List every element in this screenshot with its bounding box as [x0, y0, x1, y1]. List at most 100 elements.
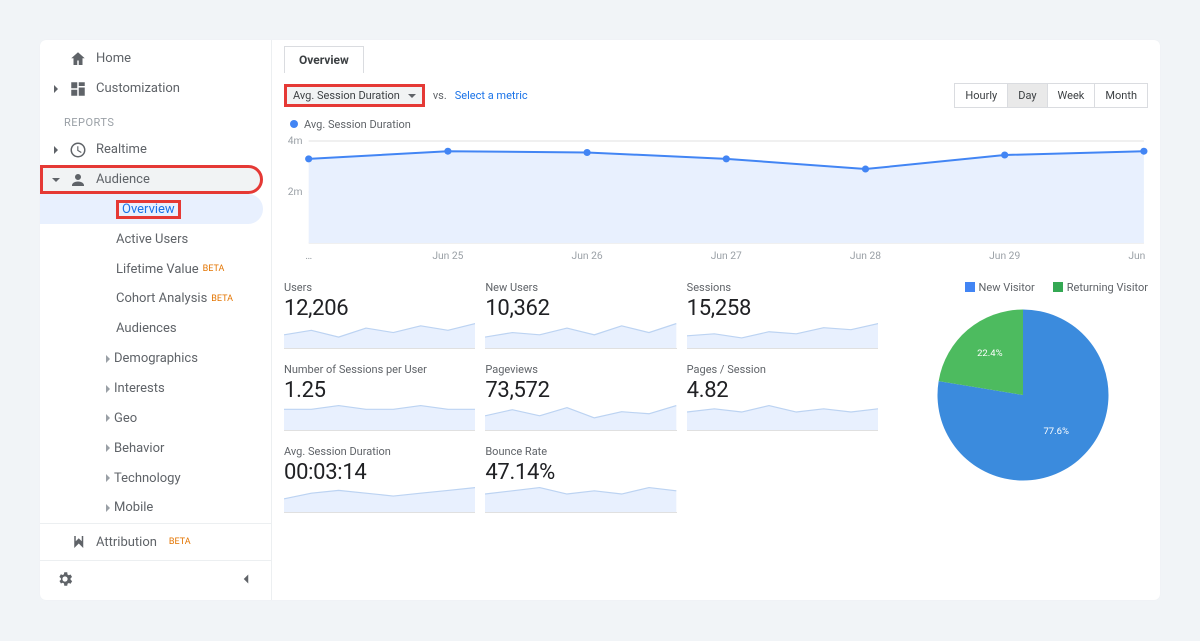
- sparkline: [284, 323, 475, 349]
- caret-down-icon: [52, 176, 60, 184]
- gear-icon: [56, 570, 74, 588]
- nav-attribution[interactable]: AttributionBETA: [40, 524, 271, 560]
- metric-label: New Users: [485, 281, 676, 294]
- dashboard-icon: [68, 80, 88, 98]
- nav-overview[interactable]: Overview: [40, 194, 263, 224]
- nav-overview-label: Overview: [116, 200, 181, 219]
- nav-demographics[interactable]: Demographics: [40, 344, 271, 374]
- sidebar-bottom: AttributionBETA: [40, 523, 271, 600]
- sparkline: [485, 323, 676, 349]
- metric-value: 73,572: [485, 378, 676, 403]
- metric-sessions[interactable]: Sessions 15,258: [687, 281, 878, 353]
- legend-dot-icon: [290, 120, 298, 128]
- nav-audiences[interactable]: Audiences: [40, 314, 271, 344]
- nav-attribution-label: Attribution: [96, 535, 157, 550]
- pie-legend: New Visitor Returning Visitor: [898, 281, 1148, 294]
- reports-header: REPORTS: [40, 104, 271, 135]
- pie-chart-svg: 77.6% 22.4%: [928, 300, 1118, 490]
- nav-geo[interactable]: Geo: [40, 403, 271, 433]
- nav-audience[interactable]: Audience: [40, 165, 263, 195]
- app-frame: Home Customization REPORTS Realtime Audi…: [40, 40, 1160, 600]
- home-icon: [68, 50, 88, 68]
- chevron-left-icon: [237, 570, 255, 588]
- nav-cohort[interactable]: Cohort AnalysisBETA: [40, 284, 271, 314]
- sparkline: [687, 323, 878, 349]
- legend-returning: Returning Visitor: [1053, 281, 1148, 294]
- metric-label: Bounce Rate: [485, 445, 676, 458]
- nav-lifetime-value[interactable]: Lifetime ValueBETA: [40, 254, 271, 284]
- tab-bar: Overview: [272, 40, 1160, 73]
- metric-avg-session-duration[interactable]: Avg. Session Duration 00:03:14: [284, 445, 475, 517]
- nav-customization-label: Customization: [96, 81, 180, 96]
- range-week[interactable]: Week: [1048, 83, 1096, 108]
- sparkline: [485, 405, 676, 431]
- legend-new: New Visitor: [965, 281, 1035, 294]
- range-month[interactable]: Month: [1095, 83, 1148, 108]
- nav-mobile[interactable]: Mobile: [40, 493, 271, 523]
- caret-right-icon: [52, 146, 60, 154]
- sidebar: Home Customization REPORTS Realtime Audi…: [40, 40, 272, 600]
- svg-text:Jun 26: Jun 26: [572, 251, 603, 262]
- svg-text:Jun 28: Jun 28: [850, 251, 881, 262]
- svg-text:77.6%: 77.6%: [1043, 426, 1069, 437]
- range-day[interactable]: Day: [1008, 83, 1047, 108]
- settings-button[interactable]: [56, 570, 74, 592]
- metric-label: Pages / Session: [687, 363, 878, 376]
- nav-home-label: Home: [96, 51, 131, 66]
- nav-realtime-label: Realtime: [96, 142, 147, 157]
- sparkline: [284, 405, 475, 431]
- select-metric-link[interactable]: Select a metric: [455, 89, 528, 102]
- pie-panel: New Visitor Returning Visitor 77.6% 22.4%: [898, 281, 1148, 517]
- nav-realtime[interactable]: Realtime: [40, 135, 271, 165]
- nav-active-users[interactable]: Active Users: [40, 224, 271, 254]
- sparkline: [284, 487, 475, 513]
- line-chart: Avg. Session Duration 2m4m…Jun 25Jun 26J…: [272, 118, 1160, 269]
- metric-value: 47.14%: [485, 460, 676, 485]
- metric-value: 1.25: [284, 378, 475, 403]
- metric-value: 4.82: [687, 378, 878, 403]
- nav-technology[interactable]: Technology: [40, 463, 271, 493]
- range-hourly[interactable]: Hourly: [954, 83, 1008, 108]
- caret-right-icon: [52, 85, 60, 93]
- svg-text:Jun 27: Jun 27: [711, 251, 742, 262]
- sparkline: [687, 405, 878, 431]
- nav-customization[interactable]: Customization: [40, 74, 271, 104]
- line-chart-svg: 2m4m…Jun 25Jun 26Jun 27Jun 28Jun 29Jun 3…: [284, 135, 1148, 265]
- svg-text:…: …: [305, 251, 312, 262]
- metric-label: Avg. Session Duration: [284, 445, 475, 458]
- metric-value: 12,206: [284, 296, 475, 321]
- svg-text:Jun 25: Jun 25: [432, 251, 463, 262]
- svg-text:Jun 29: Jun 29: [989, 251, 1020, 262]
- tab-overview[interactable]: Overview: [284, 46, 364, 73]
- time-range-group: Hourly Day Week Month: [954, 83, 1148, 108]
- nav-interests[interactable]: Interests: [40, 374, 271, 404]
- metric-pageviews[interactable]: Pageviews 73,572: [485, 363, 676, 435]
- clock-icon: [68, 141, 88, 159]
- nav-audience-label: Audience: [96, 172, 150, 187]
- metric-number-of-sessions-per-user[interactable]: Number of Sessions per User 1.25: [284, 363, 475, 435]
- metric-new-users[interactable]: New Users 10,362: [485, 281, 676, 353]
- metric-label: Sessions: [687, 281, 878, 294]
- metric-pages-session[interactable]: Pages / Session 4.82: [687, 363, 878, 435]
- svg-text:22.4%: 22.4%: [977, 348, 1003, 359]
- metric-value: 00:03:14: [284, 460, 475, 485]
- square-icon: [965, 282, 975, 292]
- square-icon: [1053, 282, 1063, 292]
- metric-value: 15,258: [687, 296, 878, 321]
- sparkline: [485, 487, 676, 513]
- vs-label: vs.: [433, 89, 447, 102]
- metric-dropdown[interactable]: Avg. Session Duration: [284, 84, 425, 107]
- controls-row: Avg. Session Duration vs. Select a metri…: [272, 73, 1160, 118]
- nav-behavior[interactable]: Behavior: [40, 433, 271, 463]
- metric-value: 10,362: [485, 296, 676, 321]
- metric-bounce-rate[interactable]: Bounce Rate 47.14%: [485, 445, 676, 517]
- collapse-sidebar-button[interactable]: [237, 570, 255, 592]
- metric-users[interactable]: Users 12,206: [284, 281, 475, 353]
- svg-text:2m: 2m: [288, 187, 303, 198]
- main-panel: Overview Avg. Session Duration vs. Selec…: [272, 40, 1160, 600]
- person-icon: [68, 171, 88, 189]
- svg-text:Jun 30: Jun 30: [1128, 251, 1148, 262]
- metrics-and-pie: Users 12,206 New Users 10,362 Sessions 1…: [272, 269, 1160, 529]
- attribution-icon: [68, 533, 88, 551]
- nav-home[interactable]: Home: [40, 44, 271, 74]
